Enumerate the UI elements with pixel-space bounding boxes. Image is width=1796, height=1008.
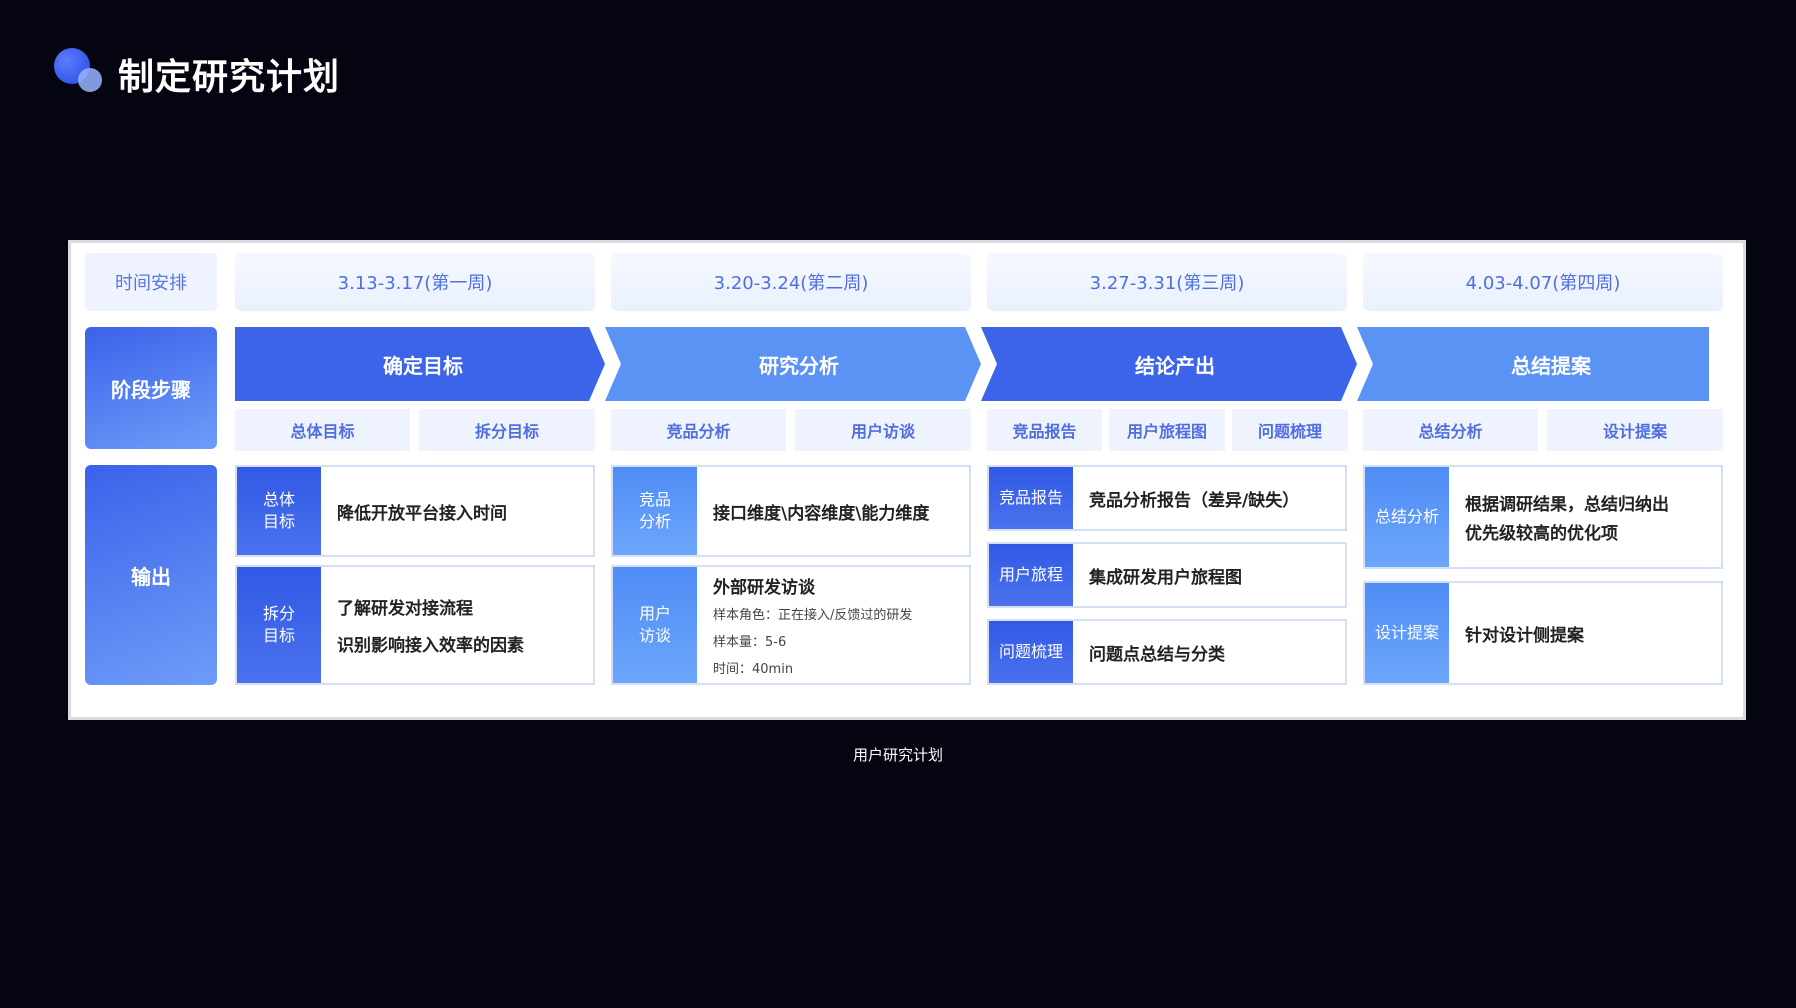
output-tag: 竞品报告 (989, 467, 1073, 529)
output-text: 了解研发对接流程 (337, 599, 473, 619)
stage-4: 总结提案 (1511, 353, 1591, 378)
output-text: 根据调研结果，总结归纳出 (1465, 495, 1669, 515)
stage-2: 研究分析 (759, 353, 839, 378)
output-card: 竞品 分析 接口维度\内容维度\能力维度 (611, 465, 971, 557)
output-text: 接口维度\内容维度\能力维度 (713, 503, 930, 524)
output-text: 针对设计侧提案 (1465, 625, 1584, 646)
week-3: 3.27-3.31(第三周) (987, 253, 1347, 311)
output-tag: 总结分析 (1365, 467, 1449, 567)
output-tag: 问题梳理 (989, 621, 1073, 683)
stage-1: 确定目标 (383, 353, 463, 378)
output-detail: 时间：40min (713, 662, 794, 677)
output-card: 总结分析 根据调研结果，总结归纳出 优先级较高的优化项 (1363, 465, 1723, 569)
output-card: 总体 目标 降低开放平台接入时间 (235, 465, 595, 557)
row-label-time: 时间安排 (85, 253, 217, 311)
substep: 问题梳理 (1232, 409, 1348, 451)
substep: 设计提案 (1547, 409, 1723, 451)
output-title: 外部研发访谈 (713, 578, 815, 598)
output-card: 用户旅程 集成研发用户旅程图 (987, 542, 1347, 608)
substep: 竞品报告 (987, 409, 1102, 451)
figure-caption: 用户研究计划 (852, 746, 943, 764)
output-text: 竞品分析报告（差异/缺失） (1089, 490, 1300, 511)
output-tag: 竞品 分析 (613, 467, 697, 555)
page-title: 制定研究计划 (118, 57, 341, 98)
output-card: 用户 访谈 外部研发访谈 样本角色：正在接入/反馈过的研发 样本量：5-6 时间：… (611, 565, 971, 685)
output-text: 问题点总结与分类 (1089, 644, 1225, 665)
week-2: 3.20-3.24(第二周) (611, 253, 971, 311)
week-4: 4.03-4.07(第四周) (1363, 253, 1723, 311)
research-plan-board: 时间安排 3.13-3.17(第一周) 3.20-3.24(第二周) 3.27-… (68, 240, 1746, 720)
output-text: 优先级较高的优化项 (1465, 524, 1618, 544)
output-tag: 总体 目标 (237, 467, 321, 555)
output-card: 竞品报告 竞品分析报告（差异/缺失） (987, 465, 1347, 531)
row-label-output: 输出 (85, 465, 217, 685)
output-tag: 用户旅程 (989, 544, 1073, 606)
output-text: 集成研发用户旅程图 (1089, 567, 1242, 588)
output-card: 设计提案 针对设计侧提案 (1363, 581, 1723, 685)
output-text: 识别影响接入效率的因素 (337, 636, 524, 656)
output-tag: 拆分 目标 (237, 567, 321, 683)
substep: 用户旅程图 (1109, 409, 1225, 451)
output-tag: 设计提案 (1365, 583, 1449, 683)
substep: 总结分析 (1363, 409, 1538, 451)
output-card: 拆分 目标 了解研发对接流程 识别影响接入效率的因素 (235, 565, 595, 685)
output-text: 降低开放平台接入时间 (337, 503, 507, 524)
title-dots-icon (54, 48, 106, 94)
substep: 总体目标 (235, 409, 410, 451)
substep: 用户访谈 (795, 409, 971, 451)
output-detail: 样本角色：正在接入/反馈过的研发 (713, 608, 913, 623)
output-detail: 样本量：5-6 (713, 635, 787, 650)
substep: 竞品分析 (611, 409, 786, 451)
output-card: 问题梳理 问题点总结与分类 (987, 619, 1347, 685)
slide: 制定研究计划 时间安排 3.13-3.17(第一周) 3.20-3.24(第二周… (0, 0, 1796, 1008)
stage-3: 结论产出 (1135, 353, 1215, 378)
output-tag: 用户 访谈 (613, 567, 697, 683)
substep: 拆分目标 (419, 409, 595, 451)
week-1: 3.13-3.17(第一周) (235, 253, 595, 311)
